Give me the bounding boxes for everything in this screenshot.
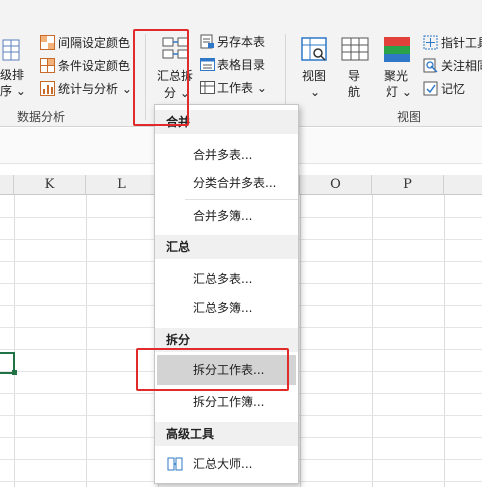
menu-item-summary-workbooks[interactable]: 汇总多簿... — [155, 293, 298, 323]
memo-icon — [423, 81, 438, 96]
pointer-tool-label: 指针工具 — [441, 36, 482, 50]
sort-button-line1[interactable]: 级排 — [0, 68, 24, 82]
section-advanced-header: 高级工具 — [155, 422, 298, 446]
navigate-line2: 航 — [348, 85, 361, 99]
view-line1: 视图 — [302, 69, 327, 83]
column-header-p[interactable]: P — [372, 175, 444, 195]
grid-icon — [40, 35, 55, 50]
stats-icon — [40, 81, 55, 96]
spotlight-line1: 聚光 — [384, 69, 409, 83]
view-icon — [301, 37, 327, 61]
worksheet-icon — [200, 81, 215, 94]
pointer-icon — [423, 35, 438, 50]
menu-item-split-workbook[interactable]: 拆分工作簿... — [155, 387, 298, 417]
worksheet-label: 工作表 ⌄ — [217, 81, 267, 95]
menu-item-category-merge-sheets[interactable]: 分类合并多表... — [155, 168, 298, 198]
menu-item-merge-workbooks[interactable]: 合并多簿... — [155, 201, 298, 231]
section-summary-header: 汇总 — [155, 235, 298, 259]
view-group-label: 视图 — [397, 110, 422, 124]
column-header-l[interactable]: L — [86, 175, 158, 195]
table-dir-icon — [200, 58, 215, 71]
view-line2: ⌄ — [310, 85, 321, 99]
sort-button-line2[interactable]: 序 ⌄ — [0, 84, 26, 98]
highlight-box-summary-split — [133, 29, 189, 126]
spotlight-icon — [384, 37, 410, 62]
focus-icon — [423, 58, 438, 73]
data-analysis-group-label: 数据分析 — [17, 110, 66, 124]
focus-related-label: 关注相同 — [441, 59, 482, 73]
column-header-partial[interactable] — [444, 175, 482, 195]
menu-item-merge-sheets[interactable]: 合并多表... — [155, 140, 298, 170]
condition-color-label: 条件设定颜色 — [58, 59, 131, 73]
menu-item-summary-sheets[interactable]: 汇总多表... — [155, 264, 298, 294]
fill-handle[interactable] — [12, 370, 17, 375]
condition-grid-icon — [40, 58, 55, 73]
interval-color-label: 间隔设定颜色 — [58, 36, 131, 50]
nav-icon — [341, 37, 369, 61]
spotlight-line2: 灯 ⌄ — [386, 85, 412, 99]
save-as-sheet-label: 另存本表 — [217, 35, 266, 49]
column-header-partial[interactable] — [0, 175, 14, 195]
memo-label: 记忆 — [441, 82, 466, 96]
column-header-o[interactable]: O — [300, 175, 372, 195]
column-header-k[interactable]: K — [14, 175, 86, 195]
table-directory-label: 表格目录 — [217, 58, 266, 72]
menu-divider — [185, 199, 298, 200]
highlight-box-split-worksheet — [136, 348, 289, 391]
sort-icon — [2, 39, 20, 61]
menu-item-summary-master[interactable]: 汇总大师... — [155, 449, 298, 479]
summary-split-dropdown: 合并 合并多表... 分类合并多表... 合并多簿... 汇总 汇总多表... … — [154, 104, 299, 484]
save-as-icon — [200, 34, 214, 49]
stats-analysis-label: 统计与分析 ⌄ — [58, 82, 132, 96]
navigate-line1: 导 — [348, 69, 361, 83]
